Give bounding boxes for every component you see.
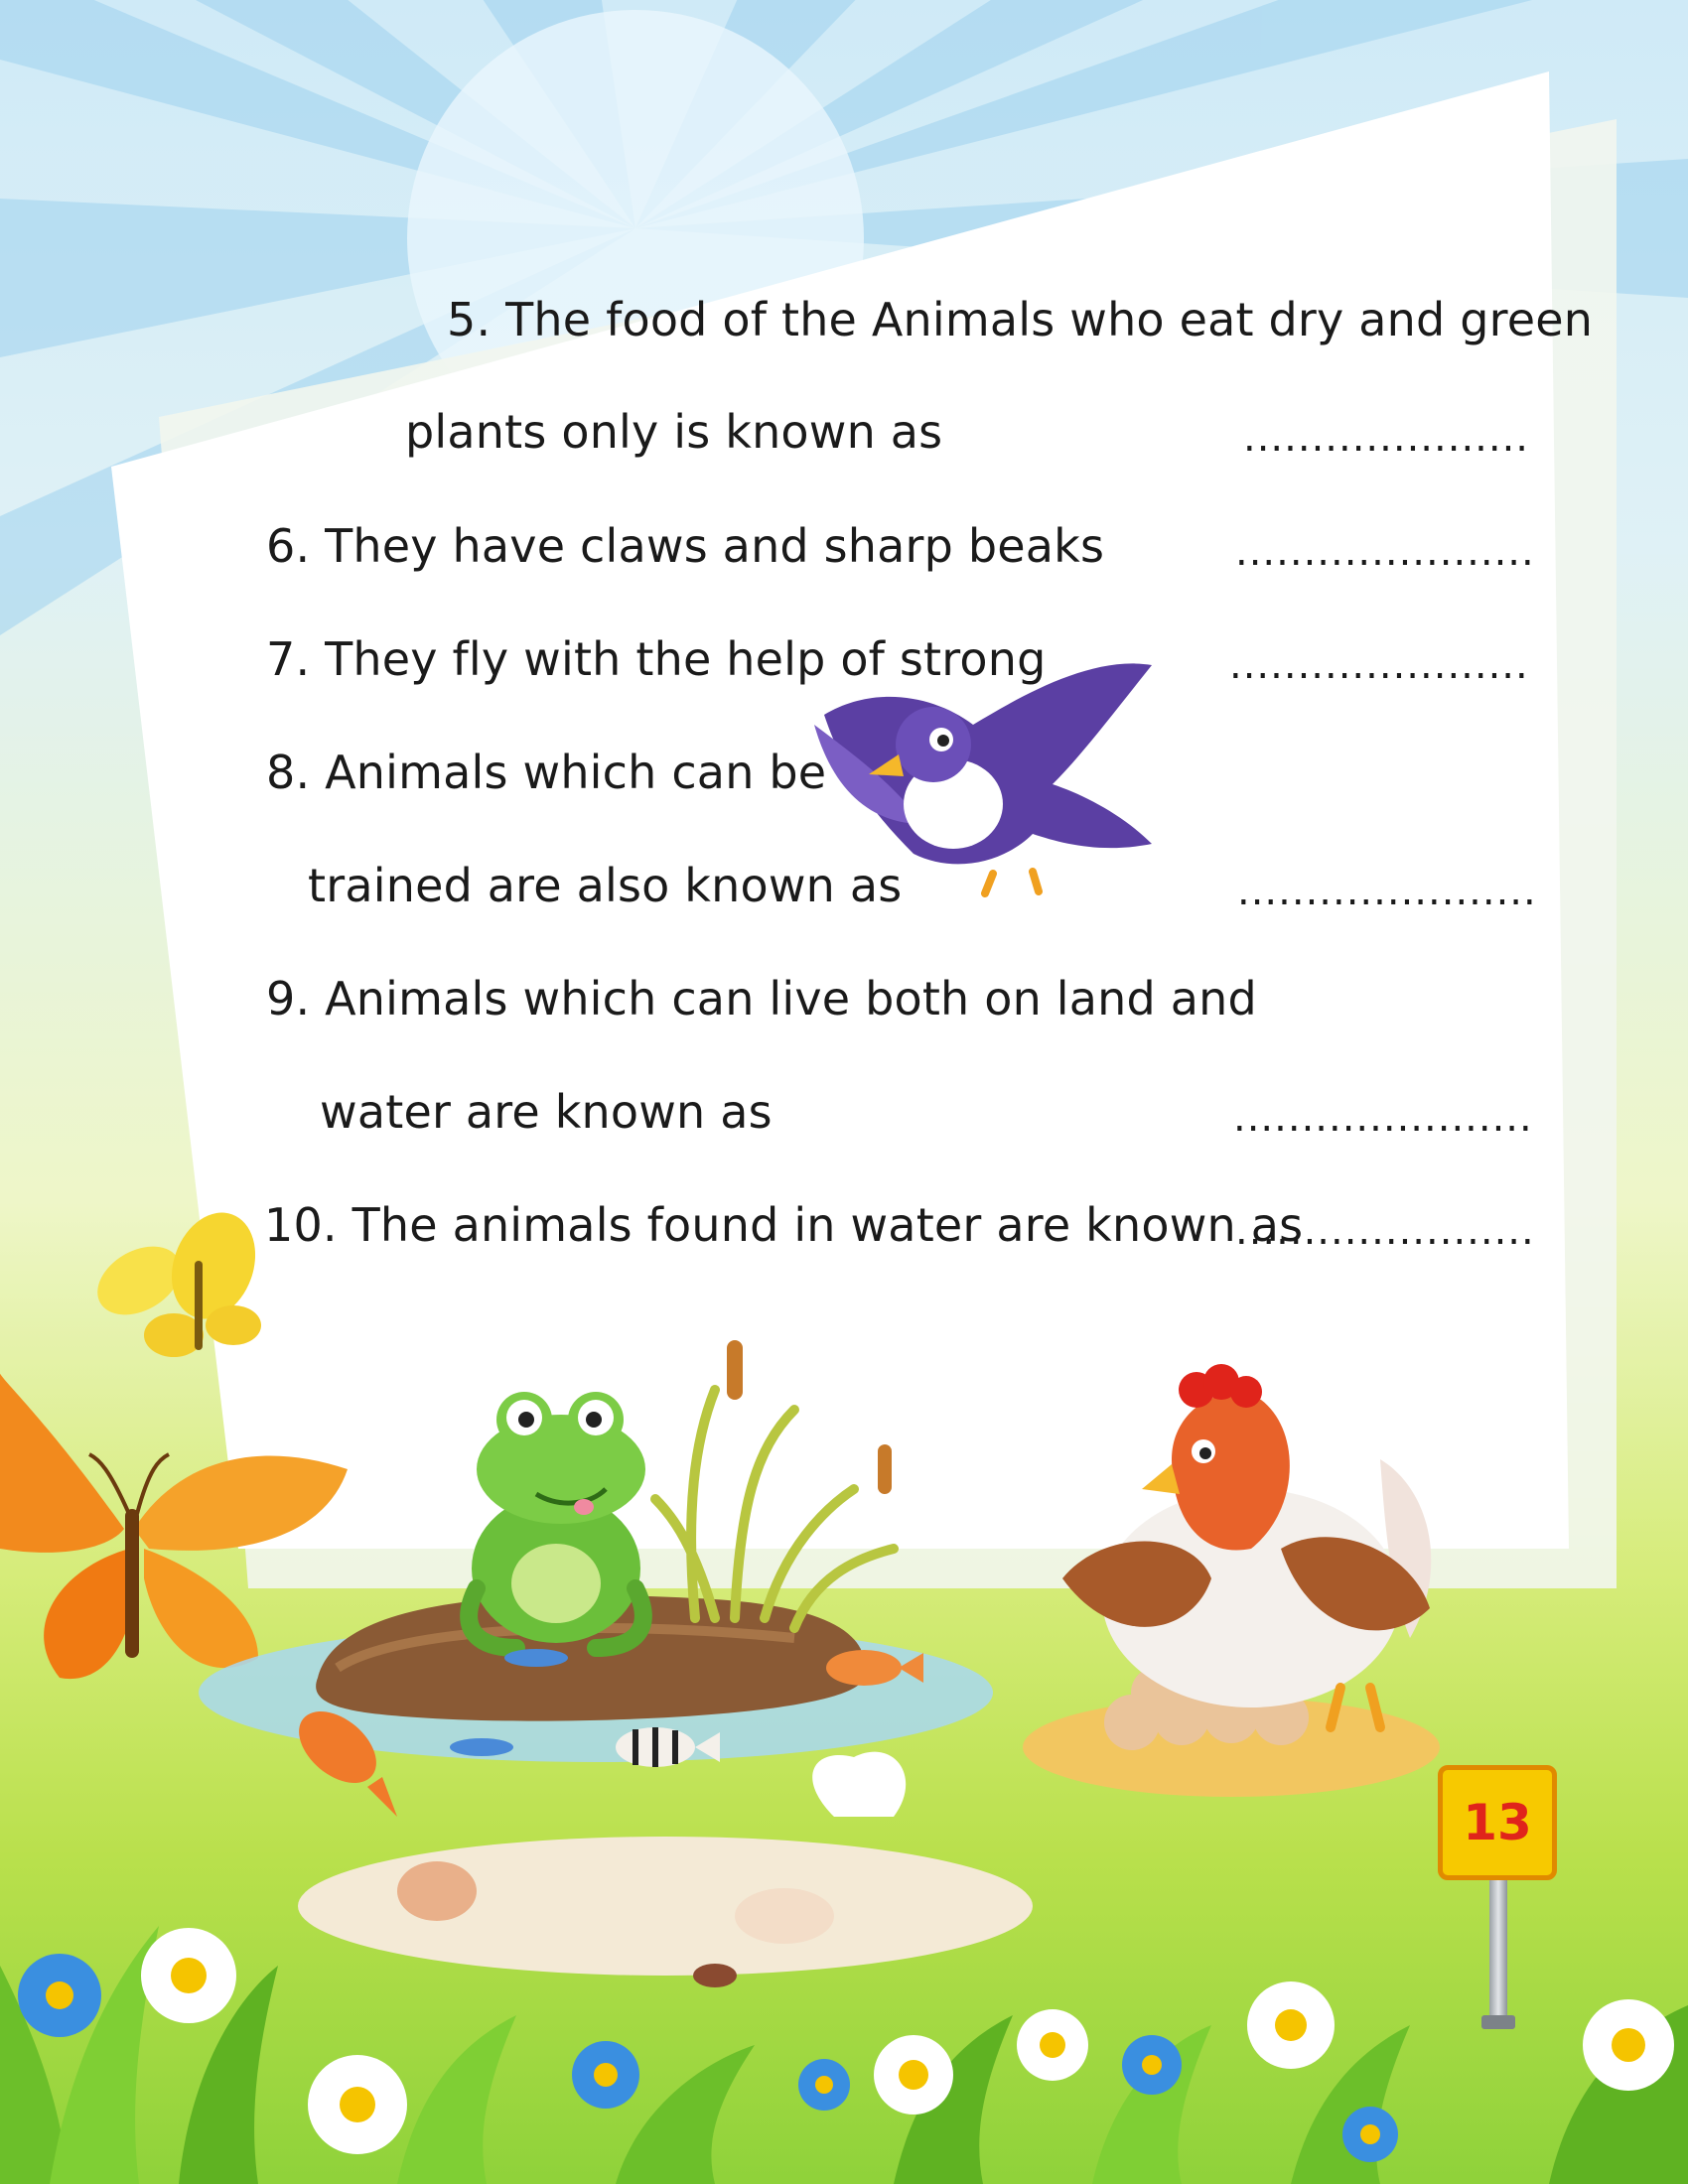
shell-illustration <box>298 1751 1033 1987</box>
sign-pole-base <box>1481 2015 1515 2029</box>
hen-icon <box>1023 1364 1440 1797</box>
bird-icon <box>814 663 1152 897</box>
frog-icon <box>460 1392 652 1657</box>
illustration-scene <box>0 663 1688 2184</box>
reed-illustration <box>650 1340 899 1633</box>
page-number: 13 <box>1463 1794 1532 1851</box>
page-number-sign: 13 <box>1438 1765 1557 1880</box>
sign-pole <box>1489 1880 1507 2029</box>
butterfly-icon <box>0 1370 348 1680</box>
butterfly-icon <box>97 1212 261 1357</box>
